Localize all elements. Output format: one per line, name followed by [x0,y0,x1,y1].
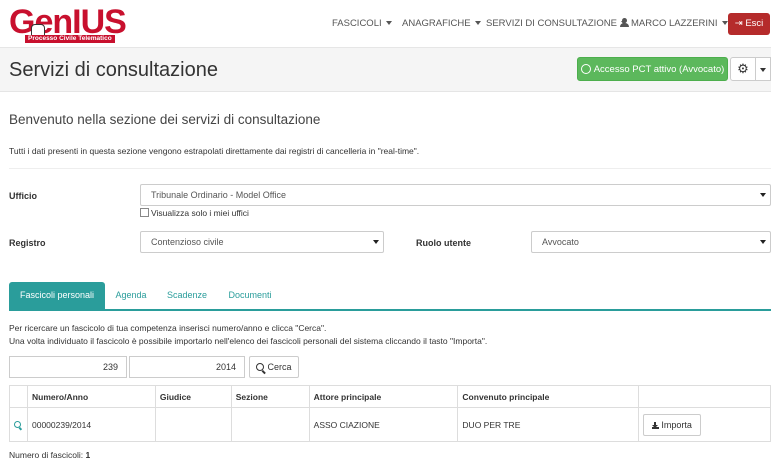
gear-icon: ⚙ [737,61,749,76]
welcome-heading: Benvenuto nella sezione dei servizi di c… [9,112,321,127]
importa-label: Importa [661,419,692,430]
nav-servizi-label: SERVIZI DI CONSULTAZIONE [486,18,617,29]
giudice-cell [154,407,232,442]
ufficio-value: Tribunale Ordinario - Model Office [151,190,287,200]
logo-subtitle: Processo Civile Telematico [25,35,115,43]
registro-select[interactable]: Contenzioso civile [140,231,384,253]
tab-documenti[interactable]: Documenti [221,282,279,309]
genius-logo[interactable]: GenIUS Processo Civile Telematico [9,3,127,43]
nav-fascicoli-label: FASCICOLI [332,18,382,29]
convenuto-cell: DUO PER TRE [457,407,640,442]
chevron-down-icon [760,193,766,197]
only-my-offices-checkbox[interactable]: Visualizza solo i miei uffici [140,208,249,218]
pct-access-label: Accesso PCT attivo (Avvocato) [593,64,725,75]
registro-label: Registro [9,238,46,248]
info-text: Tutti i dati presenti in questa sezione … [9,146,420,156]
only-my-offices-label: Visualizza solo i miei uffici [151,208,249,218]
count-label: Numero di fascicoli: [9,450,84,460]
anno-input[interactable]: 2014 [129,356,245,378]
chevron-down-icon [721,21,728,26]
numero-anno-cell: 00000239/2014 [26,407,156,442]
nav-anagrafiche-label: ANAGRAFICHE [402,18,471,29]
col-action-left [9,385,28,408]
importa-cell: Importa [638,407,771,442]
col-numero-anno: Numero/Anno [26,385,156,408]
table-row: 00000239/2014 ASSO CIAZIONE DUO PER TRE … [9,407,771,442]
tab-scadenze[interactable]: Scadenze [162,282,212,309]
tab-bar: Fascicoli personali Agenda Scadenze Docu… [9,282,771,311]
tab-agenda[interactable]: Agenda [109,282,153,309]
table-header-row: Numero/Anno Giudice Sezione Attore princ… [9,385,771,408]
chevron-down-icon [760,68,766,72]
nav-anagrafiche[interactable]: ANAGRAFICHE [402,18,481,29]
registro-value: Contenzioso civile [151,237,224,247]
sezione-cell [230,407,310,442]
settings-dropdown-toggle[interactable] [756,57,771,81]
nav-user-label: MARCO LAZZERINI [631,18,718,29]
nav-fascicoli[interactable]: FASCICOLI [332,18,392,29]
nav-user-menu[interactable]: MARCO LAZZERINI [620,18,728,29]
results-table: Numero/Anno Giudice Sezione Attore princ… [9,385,771,442]
cerca-label: Cerca [267,362,292,372]
search-icon[interactable] [14,420,21,428]
search-icon [256,363,265,371]
search-instruction: Per ricercare un fascicolo di tua compet… [9,323,327,333]
page-title: Servizi di consultazione [9,59,218,81]
ufficio-select[interactable]: Tribunale Ordinario - Model Office [140,184,771,206]
logout-button[interactable]: ⇥ Esci [728,13,770,35]
chevron-down-icon [760,240,766,244]
col-convenuto: Convenuto principale [457,385,640,408]
numero-input[interactable]: 239 [9,356,127,378]
pct-access-button[interactable]: Accesso PCT attivo (Avvocato) [577,57,728,81]
import-instruction: Una volta individuato il fascicolo è pos… [9,336,488,346]
download-icon [652,421,660,429]
col-action-right [638,385,771,408]
tab-fascicoli-personali[interactable]: Fascicoli personali [9,282,105,309]
importa-button[interactable]: Importa [643,413,702,436]
cerca-button[interactable]: Cerca [249,356,299,378]
ruolo-label: Ruolo utente [416,238,471,248]
col-sezione: Sezione [230,385,310,408]
results-count: Numero di fascicoli: 1 [9,450,90,460]
checkbox-box[interactable] [140,208,149,217]
top-navbar: GenIUS Processo Civile Telematico FASCIC… [0,0,771,48]
chevron-down-icon [474,21,481,26]
user-icon [620,18,629,27]
nav-servizi-consultazione[interactable]: SERVIZI DI CONSULTAZIONE [486,18,627,29]
chevron-down-icon [373,240,379,244]
ruolo-value: Avvocato [542,237,579,247]
ufficio-label: Ufficio [9,191,37,201]
check-circle-icon [580,64,591,74]
col-giudice: Giudice [154,385,232,408]
col-attore: Attore principale [308,385,459,408]
divider [9,168,771,169]
logout-icon: ⇥ [734,18,746,29]
chevron-down-icon [385,21,392,26]
row-view-cell[interactable] [9,407,28,442]
settings-button[interactable]: ⚙ [730,57,756,81]
count-value: 1 [85,450,91,460]
logout-label: Esci [745,18,764,29]
ruolo-select[interactable]: Avvocato [531,231,771,253]
attore-cell: ASSO CIAZIONE [308,407,459,442]
